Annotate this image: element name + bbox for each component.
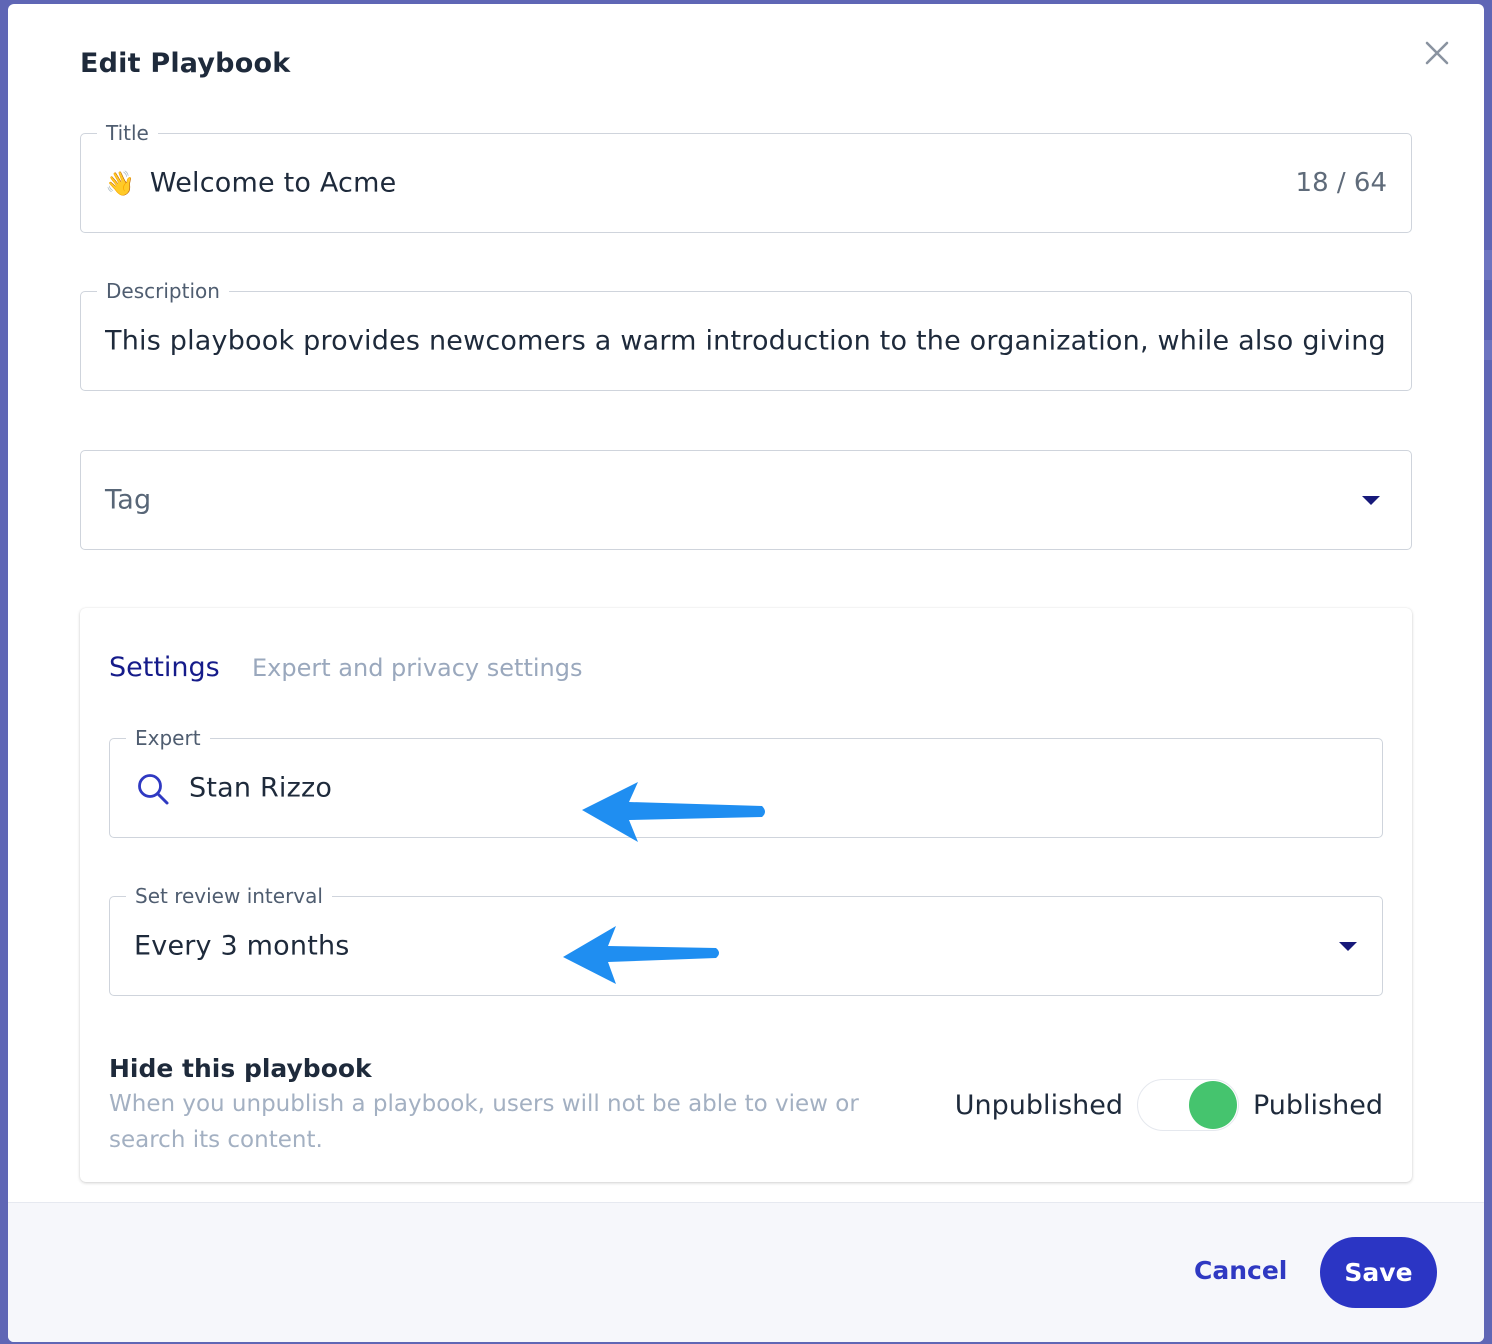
modal-title: Edit Playbook [80, 48, 291, 79]
title-input-value: Welcome to Acme [149, 167, 397, 199]
modal-footer: Cancel Save [8, 1202, 1484, 1342]
title-char-counter: 18 / 64 [1295, 168, 1387, 198]
chevron-down-icon [1339, 942, 1357, 951]
toggle-knob [1189, 1081, 1237, 1129]
edit-playbook-modal: Edit Playbook Title 👋 Welcome to Acme 18… [8, 4, 1484, 1342]
expert-field-label: Expert [126, 726, 210, 750]
description-field-label: Description [97, 279, 229, 303]
settings-title: Settings [109, 652, 220, 683]
close-icon [1425, 41, 1449, 65]
tag-select[interactable]: Tag [80, 450, 1412, 550]
title-field-label: Title [97, 121, 158, 145]
close-button[interactable] [1420, 36, 1454, 70]
backdrop-fragment [1484, 340, 1492, 360]
description-input-value[interactable]: This playbook provides newcomers a warm … [105, 326, 1389, 357]
wave-emoji-icon: 👋 [105, 169, 136, 198]
chevron-down-icon [1362, 496, 1380, 505]
settings-subtitle: Expert and privacy settings [252, 654, 583, 682]
title-field[interactable]: Title 👋 Welcome to Acme 18 / 64 [80, 121, 1412, 233]
expert-input-value[interactable]: Stan Rizzo [189, 773, 332, 804]
cancel-button[interactable]: Cancel [1194, 1256, 1287, 1285]
publish-toggle-group: Unpublished Published [955, 1078, 1383, 1132]
settings-card: Settings Expert and privacy settings Exp… [80, 608, 1412, 1182]
annotation-arrow-icon [582, 782, 765, 842]
unpublished-label: Unpublished [954, 1089, 1123, 1121]
review-interval-value: Every 3 months [134, 930, 350, 962]
hide-playbook-title: Hide this playbook [109, 1054, 372, 1083]
hide-playbook-description: When you unpublish a playbook, users wil… [109, 1091, 859, 1153]
search-icon [138, 774, 169, 805]
tag-select-placeholder: Tag [105, 484, 152, 516]
annotation-arrow-icon [563, 926, 719, 984]
publish-toggle[interactable] [1137, 1079, 1239, 1131]
description-field[interactable]: Description This playbook provides newco… [80, 279, 1412, 391]
review-interval-select[interactable]: Set review interval Every 3 months [109, 884, 1383, 996]
review-interval-label: Set review interval [126, 884, 332, 908]
save-button[interactable]: Save [1320, 1237, 1437, 1308]
title-input[interactable]: 👋 Welcome to Acme [105, 168, 396, 199]
backdrop-fragment [1484, 250, 1492, 280]
published-label: Published [1253, 1089, 1383, 1121]
